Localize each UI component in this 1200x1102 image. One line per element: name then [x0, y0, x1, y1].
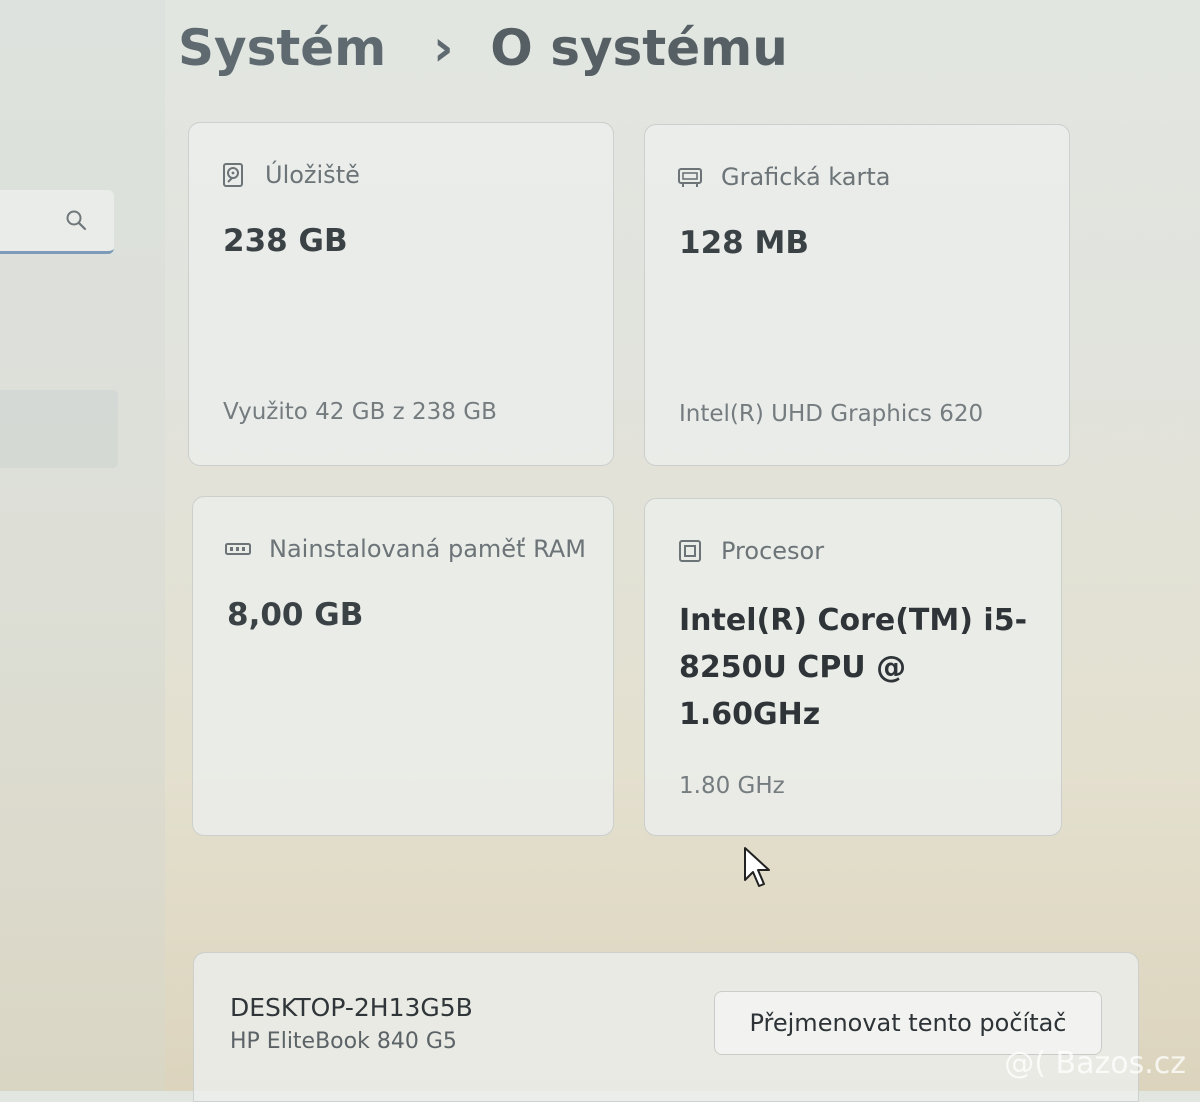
processor-speed: 1.80 GHz [679, 773, 785, 799]
search-input[interactable] [0, 190, 114, 254]
storage-label: Úložiště [265, 161, 360, 189]
device-name: DESKTOP-2H13G5B [230, 993, 473, 1022]
storage-value: 238 GB [223, 223, 348, 259]
breadcrumb-parent[interactable]: Systém [178, 19, 386, 77]
processor-value: Intel(R) Core(TM) i5-8250U CPU @ 1.60GHz [679, 603, 1028, 732]
search-icon[interactable] [64, 208, 88, 232]
ram-card-header: Nainstalovaná paměť RAM [225, 535, 586, 563]
page-title: O systému [490, 19, 788, 77]
storage-usage: Využito 42 GB z 238 GB [223, 399, 497, 425]
processor-card-header: Procesor [677, 537, 824, 565]
breadcrumb: Systém › O systému [178, 8, 788, 88]
storage-card[interactable]: Úložiště 238 GB Využito 42 GB z 238 GB [188, 122, 614, 466]
watermark: @( Bazos.cz [1004, 1046, 1186, 1081]
processor-icon [679, 540, 701, 562]
storage-card-header: Úložiště [221, 161, 360, 189]
navigation-pane [0, 0, 165, 1091]
sidebar-item-selected[interactable] [0, 390, 118, 468]
graphics-memory-value: 128 MB [679, 225, 809, 261]
graphics-card-header: Grafická karta [677, 163, 890, 191]
graphics-adapter-name: Intel(R) UHD Graphics 620 [679, 401, 984, 427]
graphics-card-card[interactable]: Grafická karta 128 MB Intel(R) UHD Graph… [644, 124, 1070, 466]
ram-value: 8,00 GB [227, 597, 364, 633]
processor-label: Procesor [721, 537, 825, 565]
mouse-cursor-icon [744, 847, 770, 887]
graphics-card-label: Grafická karta [721, 163, 891, 191]
processor-card[interactable]: Procesor Intel(R) Core(TM) i5-8250U CPU … [644, 498, 1062, 836]
chevron-right-icon: › [432, 19, 454, 77]
device-name-card: DESKTOP-2H13G5B HP EliteBook 840 G5 Přej… [193, 952, 1139, 1102]
memory-icon [225, 543, 251, 555]
ram-card[interactable]: Nainstalovaná paměť RAM 8,00 GB [192, 496, 614, 836]
hard-drive-icon [223, 163, 243, 187]
graphics-card-icon [678, 168, 702, 187]
device-model: HP EliteBook 840 G5 [230, 1029, 457, 1054]
ram-label: Nainstalovaná paměť RAM [269, 535, 586, 563]
